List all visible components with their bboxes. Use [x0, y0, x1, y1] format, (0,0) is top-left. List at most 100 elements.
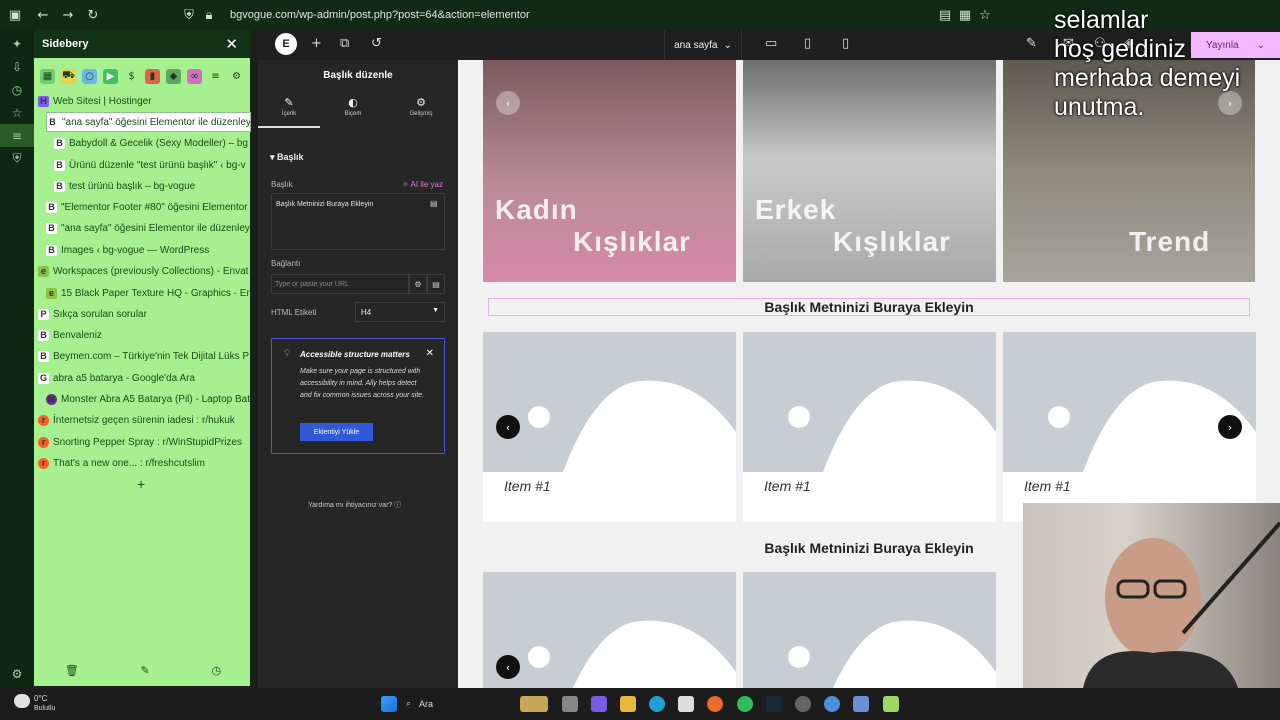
- sparkle-icon[interactable]: ✦: [0, 32, 34, 55]
- sidebery-tab[interactable]: Gabra a5 batarya - Google'da Ara: [38, 368, 256, 388]
- downloads-icon[interactable]: ⇩: [0, 55, 34, 78]
- steam-icon[interactable]: [766, 696, 782, 712]
- taskbar-search[interactable]: ⌕ Ara: [406, 695, 506, 713]
- item-card[interactable]: Item #1: [743, 332, 996, 522]
- title-textarea[interactable]: Başlık Metninizi Buraya Ekleyin ▤: [271, 193, 445, 250]
- sidebar-toggle-icon[interactable]: ▣: [4, 4, 26, 26]
- list-icon[interactable]: ≡: [208, 69, 223, 84]
- file-explorer-icon[interactable]: [620, 696, 636, 712]
- hero-slide-erkek[interactable]: Erkek Kışlıklar: [743, 60, 996, 282]
- database-icon[interactable]: ▤: [430, 199, 440, 209]
- sidebery-tab[interactable]: B Ürünü düzenle "test ürünü başlık" ‹ bg-…: [54, 155, 272, 175]
- install-plugin-button[interactable]: Eklentiyi Yükle: [300, 423, 373, 441]
- structure-icon[interactable]: ⧉: [340, 36, 349, 51]
- edit-pencil-icon[interactable]: ✎: [1026, 36, 1037, 51]
- sidebery-tab[interactable]: P Sıkça sorulan sorular: [38, 304, 256, 324]
- item-card[interactable]: [483, 572, 736, 688]
- sidebery-tab[interactable]: B "ana sayfa" öğesini Elementor ile düzen…: [46, 218, 264, 238]
- section-toggle[interactable]: ▾ Başlık: [270, 152, 304, 163]
- bookmark-star-icon[interactable]: ☆: [974, 4, 996, 26]
- gear-icon[interactable]: ⚙: [229, 69, 244, 84]
- firefox-icon[interactable]: [707, 696, 723, 712]
- tablet-icon[interactable]: ▯: [804, 36, 811, 51]
- sidebery-tab[interactable]: B Images ‹ bg-vogue — WordPress: [46, 240, 264, 260]
- carousel-next-arrow-icon[interactable]: ›: [1218, 415, 1242, 439]
- sidebery-tab[interactable]: r That's a new one... : r/freshcutslim: [38, 453, 256, 473]
- address-bar[interactable]: ⛨ 🔒︎ bgvogue.com/wp-admin/post.php?post=…: [178, 5, 998, 25]
- elementor-logo-icon[interactable]: E: [275, 33, 297, 55]
- hero-prev-arrow-icon[interactable]: ‹: [496, 91, 520, 115]
- extensions-icon[interactable]: ▦: [954, 4, 976, 26]
- html-tag-select[interactable]: H4 ▼: [355, 302, 445, 322]
- reload-icon[interactable]: ↻: [82, 4, 104, 26]
- copilot-icon[interactable]: [591, 696, 607, 712]
- favicon-icon: e: [38, 265, 49, 277]
- star-icon[interactable]: ☆: [0, 101, 34, 124]
- weather-widget[interactable]: 0°C Bulutlu: [10, 692, 90, 716]
- app-icon[interactable]: [853, 696, 869, 712]
- grid-icon[interactable]: ▦: [40, 68, 55, 84]
- settings-icon[interactable]: [795, 696, 811, 712]
- close-icon[interactable]: ✕: [225, 35, 238, 53]
- link-input[interactable]: Type or paste your URL: [271, 274, 409, 294]
- carousel-prev-arrow-icon[interactable]: ‹: [496, 655, 520, 679]
- clock-icon[interactable]: ◷: [212, 664, 222, 682]
- tab-content[interactable]: ✎ İçerik: [258, 96, 320, 117]
- forward-icon[interactable]: →: [57, 4, 79, 26]
- close-icon[interactable]: ✕: [426, 348, 434, 359]
- link-database-icon[interactable]: ▤: [427, 274, 445, 294]
- favicon-icon: B: [54, 137, 65, 149]
- sidebery-tab[interactable]: r İnternetsiz geçen sürenin iadesi : r/hu…: [38, 410, 256, 430]
- item-card[interactable]: [743, 572, 996, 688]
- heading-1[interactable]: Başlık Metninizi Buraya Ekleyin: [458, 299, 1280, 315]
- sidebery-tab[interactable]: e 15 Black Paper Texture HQ - Graphics - …: [46, 283, 264, 303]
- chrome-icon[interactable]: [824, 696, 840, 712]
- sidebery-tab[interactable]: B Benvaleniz: [38, 325, 256, 345]
- ai-write-button[interactable]: ✧ AI ile yaz: [402, 180, 443, 189]
- new-tab-plus-icon[interactable]: +: [137, 476, 145, 492]
- trash-icon[interactable]: 🗑︎: [65, 664, 79, 682]
- dollar-icon[interactable]: $: [124, 69, 139, 84]
- add-element-plus-icon[interactable]: +: [311, 36, 322, 51]
- game-icon[interactable]: ◆: [166, 68, 181, 84]
- book-icon[interactable]: ▮: [145, 68, 160, 84]
- shield-icon[interactable]: ⛨: [0, 147, 34, 170]
- sidebery-tab[interactable]: e Workspaces (previously Collections) - E…: [38, 261, 256, 281]
- desktop-icon[interactable]: ▭: [765, 36, 777, 51]
- store-icon[interactable]: [678, 696, 694, 712]
- settings-gear-icon[interactable]: ⚙: [0, 662, 34, 685]
- cart-icon[interactable]: ⛟: [61, 68, 76, 84]
- link-settings-gear-icon[interactable]: ⚙: [409, 274, 427, 294]
- sidebery-tab[interactable]: B "Elementor Footer #80" öğesini Elemento…: [46, 197, 264, 217]
- history-icon[interactable]: ◷: [0, 78, 34, 101]
- tab-advanced[interactable]: ⚙ Gelişmiş: [390, 96, 452, 117]
- page-selector[interactable]: ana sayfa ⌄: [664, 30, 742, 60]
- mobile-icon[interactable]: ▯: [842, 36, 849, 51]
- edge-icon[interactable]: [649, 696, 665, 712]
- circle-icon[interactable]: ○: [82, 68, 97, 84]
- hero-slide-kadin[interactable]: Kadın Kışlıklar: [483, 60, 736, 282]
- help-link[interactable]: Yardıma mı ihtiyacınız var? ⓘ: [308, 500, 401, 510]
- windows-start-icon[interactable]: [381, 696, 397, 712]
- sidebery-tab[interactable]: Btest ürünü başlık – bg-vogue: [54, 176, 272, 196]
- sidebery-tab[interactable]: B Beymen.com – Türkiye'nin Tek Dijital Lü…: [38, 346, 256, 366]
- back-icon[interactable]: ←: [32, 4, 54, 26]
- item-card[interactable]: Item #1: [483, 332, 736, 522]
- sidebery-tab[interactable]: H Web Sitesi | Hostinger: [38, 91, 256, 111]
- tab-style[interactable]: ◐ Biçem: [322, 96, 384, 117]
- reader-icon[interactable]: ▤: [934, 4, 956, 26]
- whatsapp-icon[interactable]: [737, 696, 753, 712]
- play-icon[interactable]: ▶: [103, 68, 118, 84]
- sidebery-tab[interactable]: r Snorting Pepper Spray : r/WinStupidPriz…: [38, 432, 256, 452]
- carousel-prev-arrow-icon[interactable]: ‹: [496, 415, 520, 439]
- history-icon[interactable]: ↺: [371, 36, 382, 51]
- app-icon[interactable]: [520, 696, 548, 712]
- glasses-icon[interactable]: ∞: [187, 68, 202, 84]
- sidebery-tab[interactable]: B "ana sayfa" öğesini Elementor ile düzen…: [46, 112, 251, 132]
- sidebery-tab[interactable]: B Babydoll & Gecelik (Sexy Modeller) – bg: [54, 133, 272, 153]
- notepad-icon[interactable]: [883, 696, 899, 712]
- sidebery-icon[interactable]: ≡: [0, 124, 34, 147]
- sidebery-tab[interactable]: M Monster Abra A5 Batarya (Pil) - Laptop …: [46, 389, 264, 409]
- task-view-icon[interactable]: [562, 696, 578, 712]
- pin-icon[interactable]: ✎: [141, 664, 150, 682]
